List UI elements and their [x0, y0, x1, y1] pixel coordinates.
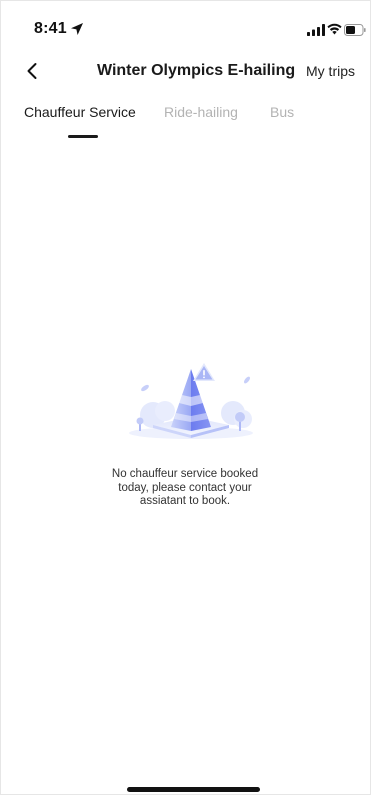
tab-chauffeur-service[interactable]: Chauffeur Service: [24, 104, 136, 120]
location-arrow-icon: [70, 22, 84, 36]
status-bar: 8:41: [1, 1, 370, 53]
back-button[interactable]: [19, 58, 45, 84]
status-time: 8:41: [34, 20, 67, 37]
tab-ride-hailing[interactable]: Ride-hailing: [164, 104, 238, 120]
active-tab-indicator: [68, 135, 98, 138]
empty-state-message: No chauffeur service booked today, pleas…: [85, 468, 285, 509]
navigation-bar: Winter Olympics E-hailing My trips: [1, 56, 370, 88]
home-indicator[interactable]: [127, 787, 260, 792]
cellular-signal-icon: [307, 23, 325, 36]
empty-state-message-line: today, please contact your: [118, 481, 252, 494]
my-trips-button[interactable]: My trips: [306, 63, 355, 79]
battery-icon: [344, 23, 366, 36]
service-tabs: Chauffeur Service Ride-hailing Bus: [1, 104, 370, 144]
empty-state-message-line: assiatant to book.: [139, 495, 231, 507]
app-screen: 8:41 Winter Olympics E-hailing My trips …: [0, 0, 371, 795]
tab-bus[interactable]: Bus: [270, 104, 294, 120]
wifi-icon: [327, 22, 342, 35]
chevron-left-icon: [27, 63, 37, 79]
traffic-cone-warning-icon: [119, 363, 269, 445]
page-title: Winter Olympics E-hailing: [97, 62, 296, 79]
empty-state-message-line: No chauffeur service booked: [111, 468, 259, 480]
